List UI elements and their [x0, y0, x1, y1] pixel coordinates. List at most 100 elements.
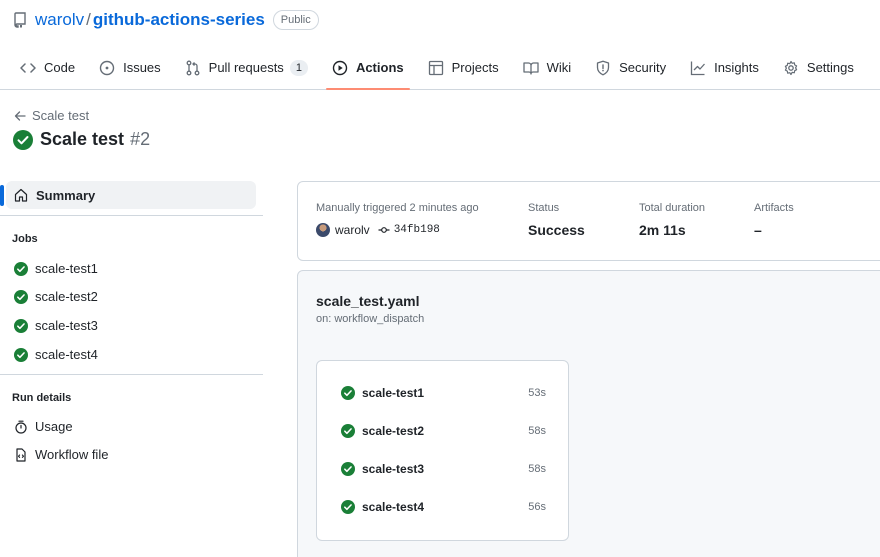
sidebar-item-job[interactable]: scale-test2: [14, 289, 98, 304]
graph-job-name: scale-test2: [362, 424, 425, 438]
sidebar-divider: [0, 374, 263, 375]
tab-pull-requests-label: Pull requests: [208, 60, 284, 75]
trigger-row: warolv 34fb198: [316, 223, 440, 237]
git-commit-icon: [378, 224, 390, 236]
sidebar-summary-label: Summary: [36, 187, 96, 203]
tab-insights[interactable]: Insights: [678, 55, 771, 90]
tab-wiki-label: Wiki: [546, 60, 572, 75]
pull-request-icon: [185, 60, 201, 76]
repo-separator: /: [86, 10, 91, 29]
graph-job-node[interactable]: scale-test4 56s: [341, 500, 546, 514]
tab-security-label: Security: [619, 60, 667, 75]
home-icon: [14, 188, 28, 202]
tab-projects-label: Projects: [451, 60, 499, 75]
trigger-label: Manually triggered 2 minutes ago: [316, 202, 479, 214]
success-check-icon: [14, 261, 28, 276]
repo-owner-link[interactable]: warolv: [35, 10, 84, 30]
tab-settings-label: Settings: [806, 60, 854, 75]
tab-issues-label: Issues: [123, 60, 161, 75]
artifacts-label: Artifacts: [754, 202, 794, 214]
artifacts-value: –: [754, 222, 762, 238]
graph-job-node[interactable]: scale-test2 58s: [341, 424, 546, 438]
graph-job-name: scale-test4: [362, 500, 425, 514]
run-details-heading: Run details: [12, 392, 72, 404]
tab-pull-requests[interactable]: Pull requests 1: [173, 55, 320, 90]
sidebar-item-job[interactable]: scale-test4: [14, 347, 98, 362]
status-value: Success: [528, 222, 585, 238]
back-link-label: Scale test: [32, 108, 90, 123]
tab-issues[interactable]: Issues: [87, 55, 173, 90]
run-title-text: Scale test: [40, 129, 125, 149]
repo-header: warolv / github-actions-series Public Co…: [0, 0, 880, 90]
workflow-graph-card: scale_test.yaml on: workflow_dispatch sc…: [297, 270, 880, 557]
sidebar-job-label: scale-test2: [35, 289, 98, 304]
sidebar-usage-label: Usage: [35, 419, 73, 434]
sidebar-item-job[interactable]: scale-test3: [14, 318, 98, 333]
workflow-file-name[interactable]: scale_test.yaml: [316, 293, 420, 309]
tab-code[interactable]: Code: [8, 55, 87, 90]
success-check-icon: [341, 462, 355, 476]
workflow-trigger: on: workflow_dispatch: [316, 313, 425, 325]
issue-icon: [99, 60, 115, 76]
success-check-icon: [13, 129, 33, 150]
sidebar-workflow-file-label: Workflow file: [35, 447, 109, 462]
sidebar-job-label: scale-test1: [35, 261, 98, 276]
run-title: Scale test #2: [13, 129, 150, 150]
sidebar-item-summary[interactable]: Summary: [6, 181, 256, 209]
graph-job-duration: 53s: [528, 387, 546, 399]
code-icon: [20, 60, 36, 76]
graph-job-name: scale-test3: [362, 462, 425, 476]
jobs-group: scale-test1 53s scale-test2 58s scale-te…: [316, 360, 569, 541]
graph-job-name: scale-test1: [362, 386, 425, 400]
pull-requests-counter: 1: [289, 60, 308, 76]
shield-icon: [595, 60, 611, 76]
selected-indicator: [0, 185, 4, 206]
graph-job-duration: 58s: [528, 425, 546, 437]
graph-job-node[interactable]: scale-test1 53s: [341, 386, 546, 400]
success-check-icon: [14, 318, 28, 333]
play-icon: [332, 60, 348, 76]
tab-security[interactable]: Security: [583, 55, 678, 90]
sidebar-divider: [0, 215, 263, 216]
jobs-heading: Jobs: [12, 233, 38, 245]
repo-nav: Code Issues Pull requests 1 Actions Proj…: [8, 55, 866, 90]
gear-icon: [783, 60, 799, 76]
duration-label: Total duration: [639, 202, 706, 214]
sidebar-job-label: scale-test4: [35, 347, 98, 362]
stopwatch-icon: [14, 420, 28, 434]
success-check-icon: [341, 424, 355, 438]
table-icon: [428, 60, 444, 76]
arrow-left-icon: [14, 110, 26, 122]
tab-code-label: Code: [44, 60, 76, 75]
graph-icon: [690, 60, 706, 76]
sidebar-item-job[interactable]: scale-test1: [14, 261, 98, 276]
tab-insights-label: Insights: [714, 60, 759, 75]
tab-projects[interactable]: Projects: [416, 55, 511, 90]
graph-job-duration: 58s: [528, 463, 546, 475]
graph-job-node[interactable]: scale-test3 58s: [341, 462, 546, 476]
run-number: #2: [130, 129, 151, 149]
run-summary-card: Manually triggered 2 minutes ago warolv …: [297, 181, 880, 261]
tab-actions[interactable]: Actions: [320, 55, 416, 90]
success-check-icon: [14, 289, 28, 304]
commit-sha-link[interactable]: 34fb198: [394, 224, 440, 236]
success-check-icon: [341, 500, 355, 514]
success-check-icon: [14, 347, 28, 362]
repo-title: warolv / github-actions-series Public: [14, 9, 319, 31]
tab-settings[interactable]: Settings: [771, 55, 866, 90]
sidebar-item-workflow-file[interactable]: Workflow file: [14, 447, 108, 462]
repo-icon: [14, 12, 26, 28]
sidebar-item-usage[interactable]: Usage: [14, 419, 73, 434]
actor-link[interactable]: warolv: [335, 223, 370, 237]
success-check-icon: [341, 386, 355, 400]
sidebar-job-label: scale-test3: [35, 318, 98, 333]
tab-actions-label: Actions: [355, 60, 404, 75]
graph-job-duration: 56s: [528, 501, 546, 513]
file-code-icon: [14, 447, 28, 462]
avatar[interactable]: [316, 223, 330, 237]
back-to-workflow-link[interactable]: Scale test: [14, 108, 89, 123]
book-icon: [522, 60, 539, 76]
repo-name-link[interactable]: github-actions-series: [93, 10, 265, 30]
tab-wiki[interactable]: Wiki: [511, 55, 584, 90]
visibility-badge: Public: [272, 10, 319, 30]
